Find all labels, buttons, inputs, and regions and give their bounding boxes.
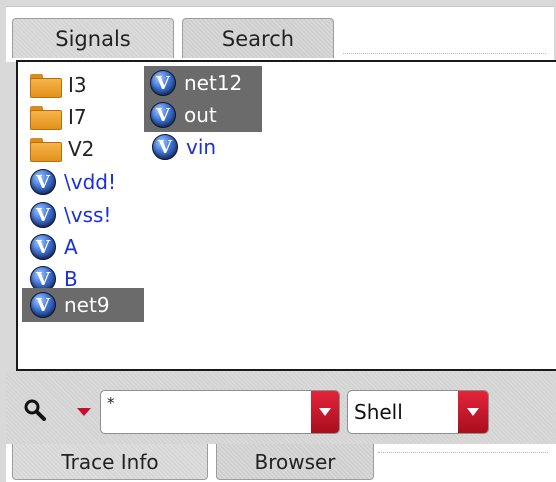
list-item-net9[interactable]: V net9	[22, 288, 144, 322]
filter-dropdown-button[interactable]	[311, 391, 339, 433]
list-item-label: vin	[186, 135, 217, 159]
tab-browser[interactable]: Browser	[216, 444, 374, 480]
tab-signals[interactable]: Signals	[12, 18, 174, 58]
list-item-i7[interactable]: I7	[26, 100, 87, 134]
shell-select[interactable]: Shell	[347, 390, 489, 434]
list-item-label: I3	[68, 73, 87, 97]
list-item-label: \vdd!	[64, 170, 116, 194]
folder-icon	[30, 74, 62, 98]
list-item-v2[interactable]: V2	[26, 132, 94, 166]
list-item-vss[interactable]: V \vss!	[26, 198, 111, 232]
search-options-caret-icon[interactable]	[77, 408, 91, 416]
shell-select-value: Shell	[354, 400, 403, 424]
list-item-out[interactable]: V out	[144, 98, 262, 132]
list-item-label: I7	[68, 105, 87, 129]
list-item-label: net12	[184, 71, 243, 95]
signal-list[interactable]: I3 I7 V2 V \vdd! V \vss! V A V B V net9	[16, 60, 556, 371]
signal-icon: V	[30, 292, 56, 318]
list-item-label: A	[64, 235, 78, 259]
list-item-vin[interactable]: V vin	[148, 130, 216, 164]
list-item-label: net9	[64, 293, 110, 317]
signal-icon: V	[150, 102, 176, 128]
list-item-i3[interactable]: I3	[26, 68, 87, 102]
search-icon[interactable]	[23, 398, 47, 422]
list-item-net12[interactable]: V net12	[144, 66, 262, 100]
chevron-down-icon	[467, 408, 479, 416]
signal-icon: V	[30, 234, 56, 260]
chevron-down-icon	[319, 408, 331, 416]
list-item-label: out	[184, 103, 217, 127]
signal-icon: V	[30, 202, 56, 228]
folder-icon	[30, 106, 62, 130]
shell-dropdown-button[interactable]	[458, 391, 488, 433]
folder-icon	[30, 138, 62, 162]
list-item-a[interactable]: V A	[26, 230, 78, 264]
list-item-vdd[interactable]: V \vdd!	[26, 165, 116, 199]
list-item-label: V2	[68, 137, 95, 161]
signal-filter-combobox[interactable]	[100, 390, 340, 434]
signal-filter-input[interactable]	[101, 391, 313, 433]
list-item-label: \vss!	[64, 203, 112, 227]
signal-icon: V	[150, 70, 176, 96]
signal-icon: V	[30, 169, 56, 195]
tab-search[interactable]: Search	[182, 18, 334, 58]
signal-browser-panel: Signals Search I3 I7 V2 V \vdd! V \vss! …	[0, 0, 556, 482]
tab-trace-info[interactable]: Trace Info	[12, 444, 208, 480]
signal-icon: V	[152, 134, 178, 160]
